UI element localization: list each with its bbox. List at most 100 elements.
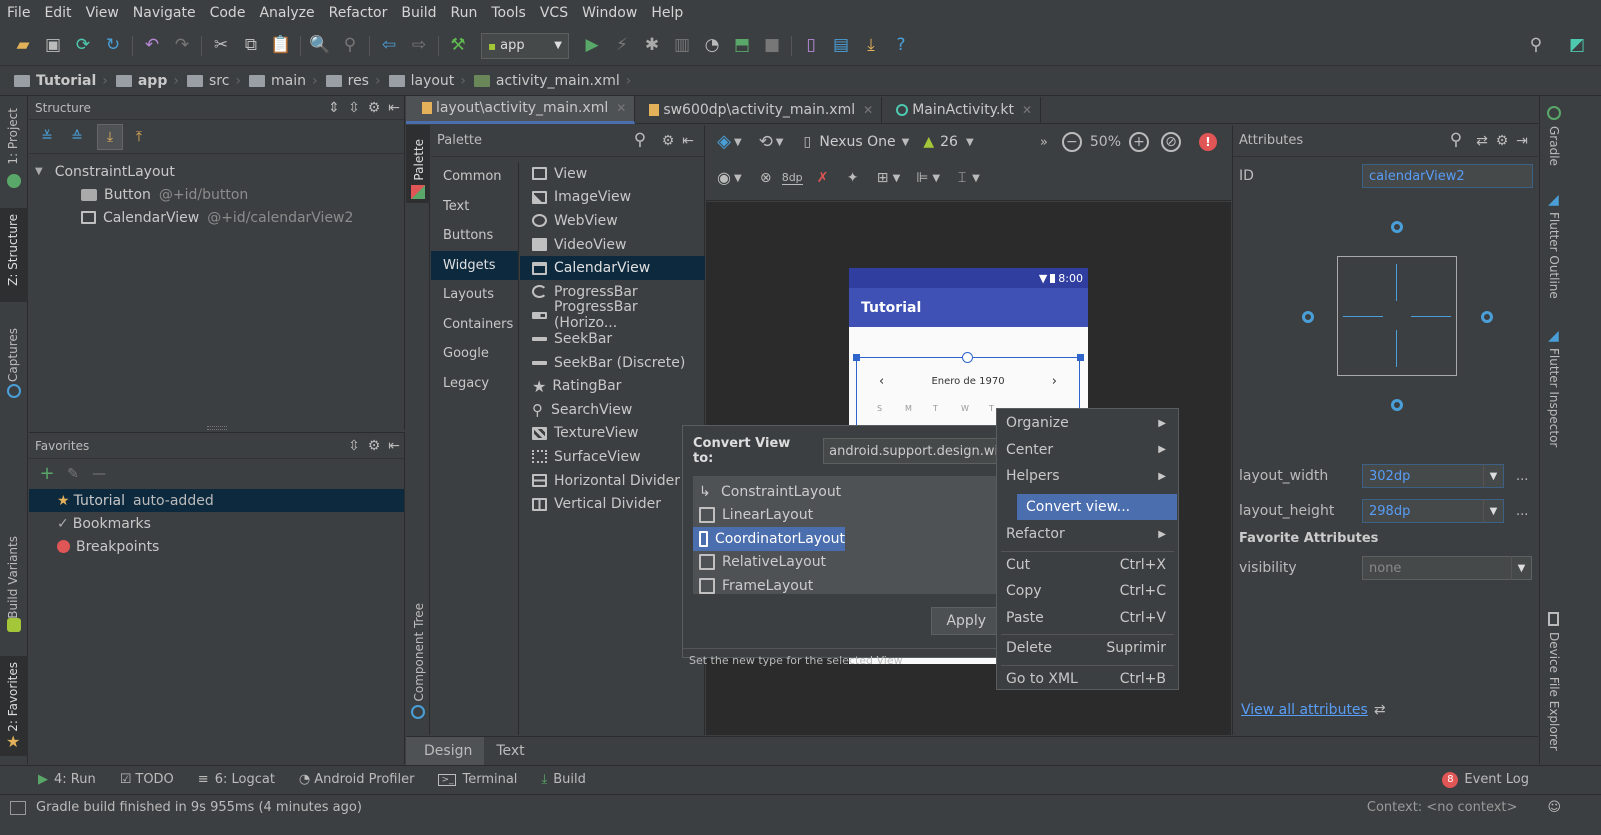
profiler-icon[interactable]: ◔ — [702, 36, 722, 56]
orientation-icon[interactable]: ⟲ — [756, 132, 776, 152]
tree-item-calendarview[interactable]: CalendarView @+id/calendarView2 — [29, 206, 404, 229]
convert-view-input[interactable]: android.support.design.widget — [823, 438, 1017, 464]
overflow-icon[interactable]: » — [1040, 135, 1048, 150]
replace-icon[interactable]: ⚲ — [340, 36, 360, 56]
device-icon[interactable]: ▯ — [797, 132, 817, 152]
tool-window-device-file-explorer[interactable]: Device File Explorer — [1547, 632, 1561, 751]
guidelines-icon[interactable]: ⊞ — [873, 168, 893, 188]
zoom-in-icon[interactable]: + — [1129, 132, 1149, 152]
baseline-icon[interactable]: ⌶ — [952, 168, 972, 188]
avd-manager-icon[interactable]: ▯ — [801, 36, 821, 56]
toggle-view-icon[interactable]: ⇄ — [1472, 131, 1492, 151]
context-paste[interactable]: Paste Ctrl+V — [997, 605, 1178, 632]
menu-tools[interactable]: Tools — [484, 5, 533, 21]
tool-window-gradle[interactable]: Gradle — [1547, 126, 1561, 166]
palette-category-containers[interactable]: Containers — [431, 310, 518, 340]
find-icon[interactable]: 🔍 — [309, 36, 330, 56]
coverage-icon[interactable]: ▥ — [672, 36, 692, 56]
api-level-select[interactable]: 26 — [940, 134, 958, 150]
zoom-fit-icon[interactable]: ⊘ — [1161, 132, 1181, 152]
run-icon[interactable]: ▶ — [582, 36, 602, 56]
tool-event-log[interactable]: 8 Event Log — [1442, 771, 1529, 788]
tool-window-captures[interactable]: Captures — [6, 328, 20, 382]
hector-icon[interactable]: ☺ — [1547, 800, 1561, 815]
splitter-handle[interactable] — [207, 426, 227, 430]
paste-icon[interactable]: 📋 — [270, 36, 291, 56]
device-select[interactable]: Nexus One — [819, 134, 895, 150]
context-delete[interactable]: Delete Suprimir — [997, 635, 1178, 662]
eye-icon[interactable]: ◉ — [714, 168, 734, 188]
menu-run[interactable]: Run — [444, 5, 485, 21]
edit-icon[interactable]: ✎ — [63, 464, 83, 484]
palette-category-text[interactable]: Text — [431, 192, 518, 222]
layout-width-select[interactable]: 302dp ▼ — [1362, 464, 1504, 488]
menu-build[interactable]: Build — [394, 5, 443, 21]
autoscroll-to-source-icon[interactable]: ⤓ — [97, 123, 123, 150]
tree-item-root[interactable]: ▼ ConstraintLayout — [29, 160, 404, 183]
tab-mainactivity[interactable]: MainActivity.kt ✕ — [882, 96, 1042, 123]
add-constraint-right-icon[interactable] — [1481, 311, 1493, 323]
tool-logcat[interactable]: ≡ 6: Logcat — [198, 772, 275, 787]
attach-debugger-icon[interactable]: ⬒ — [732, 36, 752, 56]
menu-navigate[interactable]: Navigate — [126, 5, 203, 21]
copy-icon[interactable]: ⧉ — [241, 36, 261, 56]
tool-window-flutter-outline[interactable]: Flutter Outline — [1547, 212, 1561, 299]
palette-item-searchview[interactable]: ⚲ SearchView — [520, 398, 705, 422]
favorites-item-breakpoints[interactable]: Breakpoints — [29, 535, 404, 558]
remove-icon[interactable]: — — [89, 464, 109, 484]
notification-icon[interactable]: ◩ — [1567, 36, 1587, 56]
tool-window-project[interactable]: 1: Project — [6, 108, 20, 165]
palette-item-ratingbar[interactable]: ★ RatingBar — [520, 374, 705, 398]
context-organize[interactable]: Organize ▶ — [997, 410, 1178, 437]
redo-icon[interactable]: ↷ — [172, 36, 192, 56]
tab-text[interactable]: Text — [484, 743, 536, 759]
tool-window-favorites[interactable]: 2: Favorites — [6, 662, 20, 732]
breadcrumb-main[interactable]: main › — [245, 73, 322, 89]
swap-icon[interactable]: ⇄ — [1374, 702, 1386, 718]
menu-analyze[interactable]: Analyze — [252, 5, 321, 21]
error-icon[interactable]: ! — [1199, 133, 1217, 151]
add-constraint-bottom-icon[interactable] — [1391, 399, 1403, 411]
palette-item-horizontal-divider[interactable]: Horizontal Divider — [520, 469, 705, 493]
menu-file[interactable]: File — [0, 5, 37, 21]
tab-design[interactable]: Design — [406, 736, 485, 765]
tool-run[interactable]: ▶ 4: Run — [38, 772, 96, 787]
apply-changes-icon[interactable]: ⚡ — [612, 36, 632, 56]
save-icon[interactable]: ▣ — [43, 36, 63, 56]
menu-help[interactable]: Help — [644, 5, 690, 21]
palette-category-widgets[interactable]: Widgets — [431, 250, 518, 280]
palette-category-layouts[interactable]: Layouts — [431, 280, 518, 310]
palette-category-google[interactable]: Google — [431, 339, 518, 369]
tool-android-profiler[interactable]: ◔ Android Profiler — [299, 772, 415, 787]
search-everywhere-icon[interactable]: ⚲ — [1526, 36, 1546, 56]
palette-item-view[interactable]: View — [520, 162, 705, 186]
palette-item-videoview[interactable]: VideoView — [520, 233, 705, 257]
gear-icon[interactable]: ⚙ — [364, 98, 384, 118]
palette-category-common[interactable]: Common — [431, 162, 518, 192]
tab-layout-activity-main[interactable]: layout\activity_main.xml ✕ — [406, 95, 636, 124]
align-icon[interactable]: ⊫ — [912, 168, 932, 188]
palette-stripe-label[interactable]: Palette — [412, 139, 426, 181]
tree-item-button[interactable]: Button @+id/button — [29, 183, 404, 206]
status-window-icon[interactable] — [10, 800, 26, 815]
open-folder-icon[interactable]: ▰ — [13, 36, 33, 56]
layout-height-select[interactable]: 298dp ▼ — [1362, 499, 1504, 523]
stop-icon[interactable]: ■ — [762, 36, 782, 56]
sync-icon[interactable]: ⟳ — [73, 36, 93, 56]
hide-icon[interactable]: ⇤ — [678, 131, 698, 151]
collapse-all-icon[interactable]: ⇳ — [344, 436, 364, 456]
palette-item-progressbar-horizontal[interactable]: ProgressBar (Horizo... — [520, 299, 705, 331]
menu-refactor[interactable]: Refactor — [322, 5, 395, 21]
breadcrumb-res[interactable]: res › — [322, 73, 385, 89]
palette-item-calendarview[interactable]: CalendarView — [520, 256, 705, 280]
context-center[interactable]: Center ▶ — [997, 437, 1178, 464]
favorites-item-bookmarks[interactable]: ✓ Bookmarks — [29, 512, 404, 535]
cut-icon[interactable]: ✂ — [211, 36, 231, 56]
close-icon[interactable]: ✕ — [616, 101, 626, 115]
menu-view[interactable]: View — [79, 5, 126, 21]
context-go-to-xml[interactable]: Go to XML Ctrl+B — [997, 666, 1178, 693]
refresh-icon[interactable]: ↻ — [103, 36, 123, 56]
add-constraint-top-icon[interactable] — [1391, 221, 1403, 233]
gear-icon[interactable]: ⚙ — [364, 436, 384, 456]
expand-all-icon[interactable]: ⇕ — [324, 98, 344, 118]
